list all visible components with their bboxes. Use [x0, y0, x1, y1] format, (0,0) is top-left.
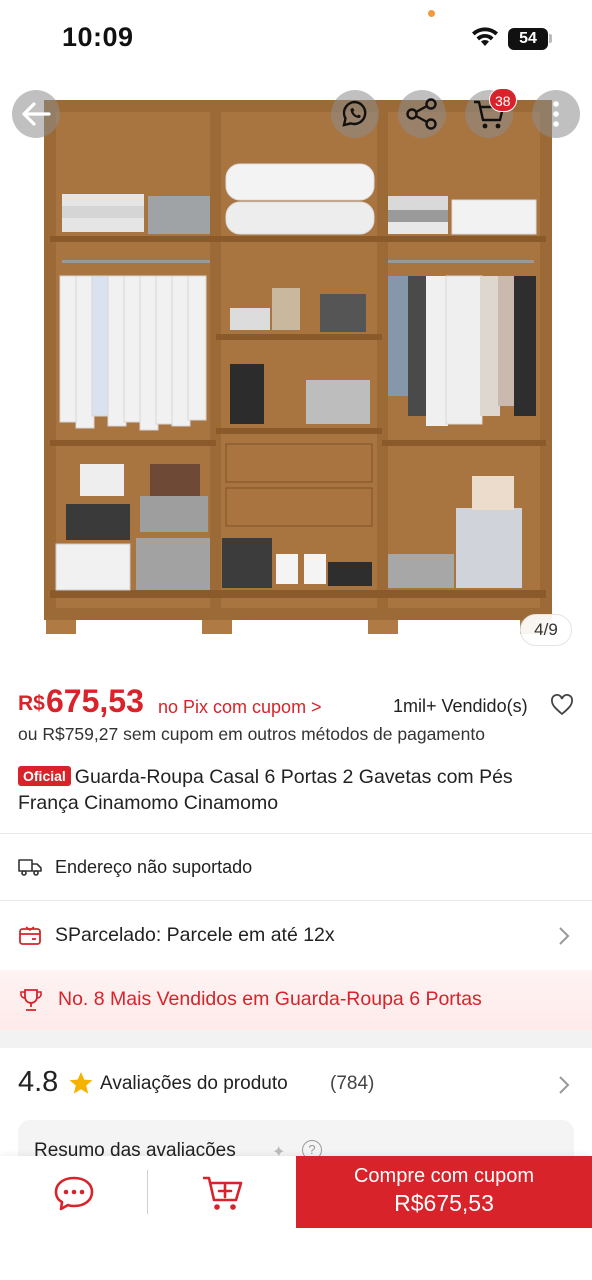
heart-icon[interactable] [550, 694, 574, 716]
product-image-carousel[interactable] [0, 78, 592, 658]
whatsapp-share-button[interactable] [331, 90, 379, 138]
rating-count: (784) [330, 1073, 375, 1094]
share-button[interactable] [398, 90, 446, 138]
installments-text: SParcelado: Parcele em até 12x [55, 924, 335, 946]
best-seller-ranking-banner[interactable]: No. 8 Mais Vendidos em Guarda-Roupa 6 Po… [0, 970, 592, 1030]
add-to-cart-button[interactable] [200, 1172, 246, 1214]
shipping-text: Endereço não suportado [55, 857, 253, 877]
section-gap [0, 1030, 592, 1048]
more-options-button[interactable] [532, 90, 580, 138]
status-bar: 10:09 54 [0, 0, 592, 78]
buy-button-label: Compre com cupom [353, 1165, 535, 1187]
truck-icon [18, 859, 42, 876]
more-icon [553, 101, 559, 127]
image-counter: 4/9 [520, 614, 572, 646]
pix-coupon-link[interactable]: no Pix com cupom > [158, 697, 322, 718]
trophy-icon [20, 989, 42, 1011]
share-icon [406, 98, 437, 130]
buy-button-price: R$675,53 [394, 1190, 494, 1216]
privacy-indicator-dot [428, 10, 435, 17]
sold-count: 1mil+ Vendido(s) [393, 696, 528, 716]
rating-score: 4.8 [18, 1066, 59, 1098]
price-row: R$ 675,53 no Pix com cupom > 1mil+ Vendi… [18, 683, 578, 724]
chevron-right-icon [559, 927, 570, 945]
product-image [44, 100, 552, 634]
cart-count-badge: 38 [489, 88, 517, 112]
back-arrow-icon [22, 102, 51, 126]
shipping-row[interactable]: Endereço não suportado [0, 834, 592, 900]
installments-row[interactable]: SParcelado: Parcele em até 12x [0, 901, 592, 967]
battery-tip [549, 34, 552, 43]
card-icon [19, 926, 41, 945]
ranking-text: No. 8 Mais Vendidos em Guarda-Roupa 6 Po… [58, 988, 482, 1010]
product-rating-row[interactable]: 4.8 Avaliações do produto (784) [18, 1060, 578, 1110]
price-currency: R$ [18, 692, 45, 715]
wifi-icon [472, 27, 498, 46]
price-value: 675,53 [46, 683, 144, 719]
add-cart-icon [203, 1176, 243, 1210]
star-icon [69, 1072, 93, 1094]
battery-indicator: 54 [508, 28, 548, 50]
rating-label: Avaliações do produto [100, 1073, 288, 1094]
buy-with-coupon-button[interactable]: Compre com cupom R$675,53 [296, 1156, 592, 1228]
official-badge: Oficial [18, 766, 71, 786]
whatsapp-icon [342, 100, 367, 127]
alternative-price: ou R$759,27 sem cupom em outros métodos … [18, 724, 485, 744]
back-button[interactable] [12, 90, 60, 138]
chat-icon [54, 1176, 94, 1211]
product-title-block: Oficial Guarda-Roupa Casal 6 Portas 2 Gav… [18, 764, 578, 816]
bottom-action-bar: Compre com cupom R$675,53 [0, 1156, 592, 1280]
chat-button[interactable] [52, 1174, 96, 1214]
bar-separator [147, 1170, 148, 1214]
product-title: Guarda-Roupa Casal 6 Portas 2 Gavetas co… [18, 766, 513, 814]
status-time: 10:09 [62, 22, 134, 52]
chevron-right-icon [559, 1076, 570, 1094]
